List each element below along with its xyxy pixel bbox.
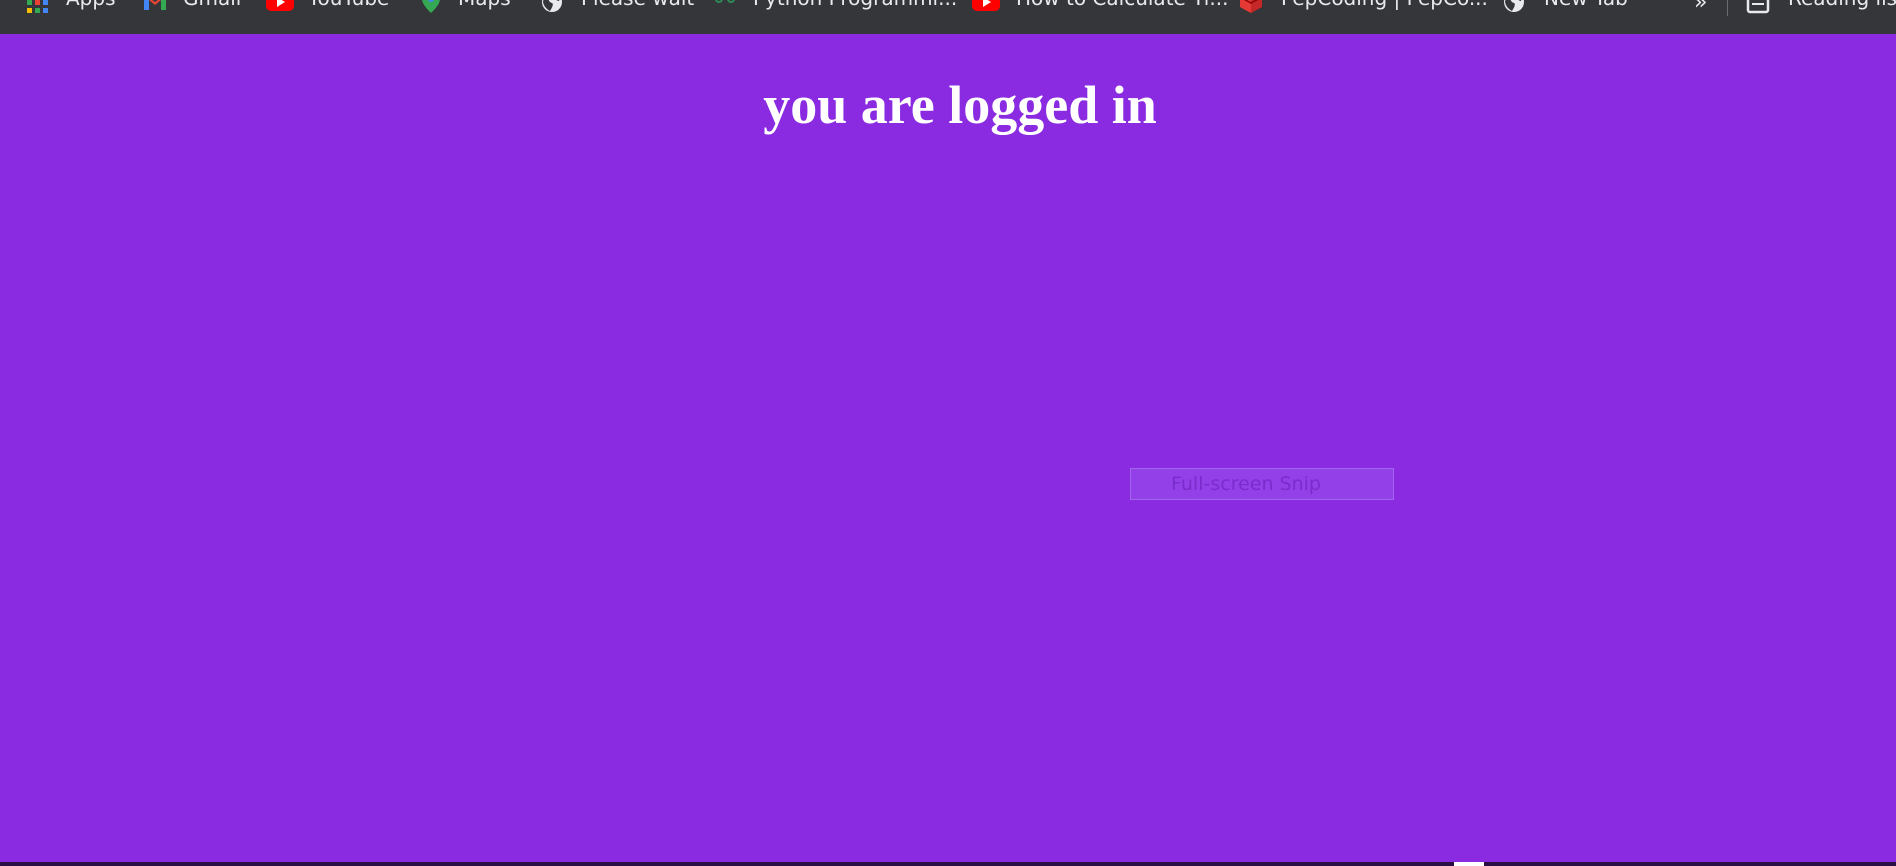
bookmarks-bar: Apps Gmail YouTube bbox=[0, 0, 1896, 34]
bookmarks-divider bbox=[1727, 0, 1728, 16]
globe-icon bbox=[1502, 0, 1528, 14]
bookmark-label: YouTube bbox=[308, 0, 389, 10]
taskbar-edge bbox=[0, 862, 1896, 866]
maps-icon bbox=[418, 0, 444, 14]
bookmark-label: Maps bbox=[458, 0, 511, 10]
python-site-icon bbox=[712, 0, 738, 14]
bookmark-label: New Tab bbox=[1544, 0, 1628, 10]
bookmark-label: PepCoding | PepCo... bbox=[1281, 0, 1488, 10]
youtube-icon bbox=[266, 0, 294, 14]
reading-list-label: Reading list bbox=[1788, 0, 1896, 10]
bookmark-label: How to Calculate Ti... bbox=[1016, 0, 1228, 10]
snip-tooltip: Full-screen Snip bbox=[1130, 468, 1394, 500]
bookmark-label: Apps bbox=[66, 0, 116, 10]
bookmark-label: Please wait bbox=[581, 0, 694, 10]
reading-list-icon bbox=[1746, 0, 1772, 14]
page-content: you are logged in bbox=[0, 34, 1896, 866]
bookmark-label: Python Programmi... bbox=[753, 0, 957, 10]
bookmarks-overflow-chevron[interactable]: » bbox=[1694, 0, 1707, 15]
globe-icon bbox=[540, 0, 566, 14]
youtube-icon bbox=[972, 0, 1000, 14]
gmail-icon bbox=[142, 0, 168, 14]
apps-grid-icon bbox=[26, 0, 52, 14]
page-title: you are logged in bbox=[763, 75, 1157, 135]
pepcoding-icon bbox=[1238, 0, 1264, 14]
taskbar-indicator bbox=[1454, 862, 1484, 866]
bookmark-label: Gmail bbox=[183, 0, 241, 10]
